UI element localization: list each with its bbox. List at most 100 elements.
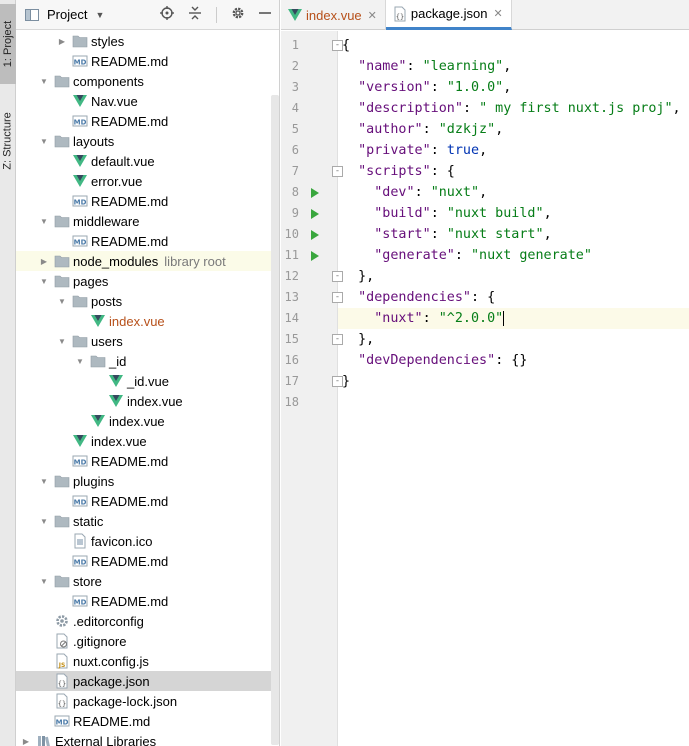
run-script-icon[interactable]	[311, 209, 319, 219]
tree-file[interactable]: ▶_id.vue	[16, 371, 279, 391]
tree-file[interactable]: ▶MDREADME.md	[16, 51, 279, 71]
tree-file[interactable]: ▶MDREADME.md	[16, 491, 279, 511]
tree-file[interactable]: ▶default.vue	[16, 151, 279, 171]
code-line[interactable]: "scripts": {	[338, 161, 689, 182]
tree-file[interactable]: ▶JSnuxt.config.js	[16, 651, 279, 671]
tree-file[interactable]: ▶favicon.ico	[16, 531, 279, 551]
chevron-down-icon[interactable]: ▼	[38, 77, 50, 86]
tree-file[interactable]: ▶MDREADME.md	[16, 451, 279, 471]
tree-file[interactable]: ▶ External Libraries	[16, 731, 279, 746]
chevron-down-icon[interactable]: ▼	[56, 297, 68, 306]
tree-file[interactable]: ▶{}package.json	[16, 671, 279, 691]
tree-file[interactable]: ▶.gitignore	[16, 631, 279, 651]
tree-item-label: node_modules	[73, 253, 159, 269]
chevron-down-icon[interactable]: ▼	[38, 217, 50, 226]
tree-folder[interactable]: ▼ _id	[16, 351, 279, 371]
project-panel-title[interactable]: Project	[47, 7, 87, 22]
tree-file[interactable]: ▶index.vue	[16, 411, 279, 431]
svg-text:MD: MD	[74, 459, 87, 467]
tree-folder[interactable]: ▼ components	[16, 71, 279, 91]
run-script-icon[interactable]	[311, 188, 319, 198]
code-token: "start"	[374, 227, 431, 242]
project-tree-scrollbar[interactable]	[271, 95, 279, 745]
tree-folder[interactable]: ▼ layouts	[16, 131, 279, 151]
code-line[interactable]: "private": true,	[338, 140, 689, 161]
tree-folder[interactable]: ▼ store	[16, 571, 279, 591]
chevron-right-icon[interactable]: ▶	[20, 737, 32, 746]
tree-file[interactable]: ▶index.vue	[16, 311, 279, 331]
tree-folder[interactable]: ▼ plugins	[16, 471, 279, 491]
code-line[interactable]: "dev": "nuxt",	[338, 182, 689, 203]
code-token: "^2.0.0"	[438, 311, 504, 326]
project-tool-tab[interactable]: 1: Project	[0, 4, 16, 84]
code-line[interactable]: }	[338, 371, 689, 392]
tree-item-label: README.md	[91, 593, 169, 609]
tree-file[interactable]: ▶.editorconfig	[16, 611, 279, 631]
code-token: "private"	[358, 143, 431, 158]
chevron-down-icon[interactable]: ▼	[56, 337, 68, 346]
line-number: 15	[284, 332, 299, 346]
code-line[interactable]: "author": "dzkjz",	[338, 119, 689, 140]
chevron-right-icon[interactable]: ▶	[38, 257, 50, 266]
chevron-right-icon[interactable]: ▶	[56, 37, 68, 46]
tree-file[interactable]: ▶MDREADME.md	[16, 231, 279, 251]
tree-file[interactable]: ▶MDREADME.md	[16, 191, 279, 211]
line-number: 7	[291, 164, 299, 178]
tree-file[interactable]: ▶MDREADME.md	[16, 111, 279, 131]
tree-folder[interactable]: ▼ users	[16, 331, 279, 351]
code-line[interactable]: "version": "1.0.0",	[338, 77, 689, 98]
project-panel-header: Project ▼	[16, 0, 279, 30]
hide-panel-icon[interactable]	[259, 6, 271, 23]
tree-file[interactable]: ▶MDREADME.md	[16, 551, 279, 571]
project-panel: Project ▼ ▶ styles ▶ MD README.md ▼ components…	[16, 0, 280, 746]
run-script-icon[interactable]	[311, 230, 319, 240]
tree-folder[interactable]: ▼ static	[16, 511, 279, 531]
close-icon[interactable]: ✕	[494, 7, 503, 20]
code-line[interactable]: "dependencies": {	[338, 287, 689, 308]
code-line[interactable]: },	[338, 266, 689, 287]
code-line[interactable]: "nuxt": "^2.0.0"	[338, 308, 689, 329]
code-line[interactable]: "name": "learning",	[338, 56, 689, 77]
tree-file[interactable]: ▶Nav.vue	[16, 91, 279, 111]
code-line[interactable]: "devDependencies": {}	[338, 350, 689, 371]
tree-folder[interactable]: ▶ node_modules library root	[16, 251, 279, 271]
chevron-down-icon[interactable]: ▼	[38, 477, 50, 486]
locate-icon[interactable]	[160, 6, 174, 23]
code-line[interactable]: {	[338, 35, 689, 56]
tree-file[interactable]: ▶index.vue	[16, 431, 279, 451]
tree-file[interactable]: ▶MDREADME.md	[16, 591, 279, 611]
chevron-down-icon[interactable]: ▼	[38, 277, 50, 286]
chevron-down-icon[interactable]: ▼	[95, 10, 104, 20]
tree-file[interactable]: ▶MDREADME.md	[16, 711, 279, 731]
tree-folder[interactable]: ▼ middleware	[16, 211, 279, 231]
tree-folder[interactable]: ▶ styles	[16, 31, 279, 51]
code-line[interactable]	[338, 392, 689, 413]
editor-tab-json[interactable]: {} package.json ✕	[385, 0, 512, 30]
code-line[interactable]: "build": "nuxt build",	[338, 203, 689, 224]
chevron-down-icon[interactable]: ▼	[38, 577, 50, 586]
line-number: 13	[284, 290, 299, 304]
tree-folder[interactable]: ▼ pages	[16, 271, 279, 291]
collapse-all-icon[interactable]	[188, 6, 202, 23]
tree-item-label: middleware	[73, 213, 140, 229]
run-script-icon[interactable]	[311, 251, 319, 261]
chevron-down-icon[interactable]: ▼	[38, 137, 50, 146]
tree-item-label: README.md	[91, 453, 169, 469]
line-number: 11	[284, 248, 299, 262]
code-line[interactable]: "start": "nuxt start",	[338, 224, 689, 245]
code-line[interactable]: "description": " my first nuxt.js proj",	[338, 98, 689, 119]
code-line[interactable]: "generate": "nuxt generate"	[338, 245, 689, 266]
tree-file[interactable]: ▶{}package-lock.json	[16, 691, 279, 711]
gear-icon[interactable]	[231, 6, 245, 23]
code-line[interactable]: },	[338, 329, 689, 350]
tree-folder[interactable]: ▼ posts	[16, 291, 279, 311]
code-view[interactable]: { "name": "learning", "version": "1.0.0"…	[338, 31, 689, 746]
markdown-file-icon: MD	[72, 593, 88, 609]
chevron-down-icon[interactable]: ▼	[38, 517, 50, 526]
editor-tab-vue[interactable]: index.vue ✕	[281, 0, 386, 30]
chevron-down-icon[interactable]: ▼	[74, 357, 86, 366]
tree-file[interactable]: ▶index.vue	[16, 391, 279, 411]
tree-file[interactable]: ▶error.vue	[16, 171, 279, 191]
close-icon[interactable]: ✕	[368, 9, 377, 22]
structure-tool-tab[interactable]: Z: Structure	[0, 98, 16, 184]
